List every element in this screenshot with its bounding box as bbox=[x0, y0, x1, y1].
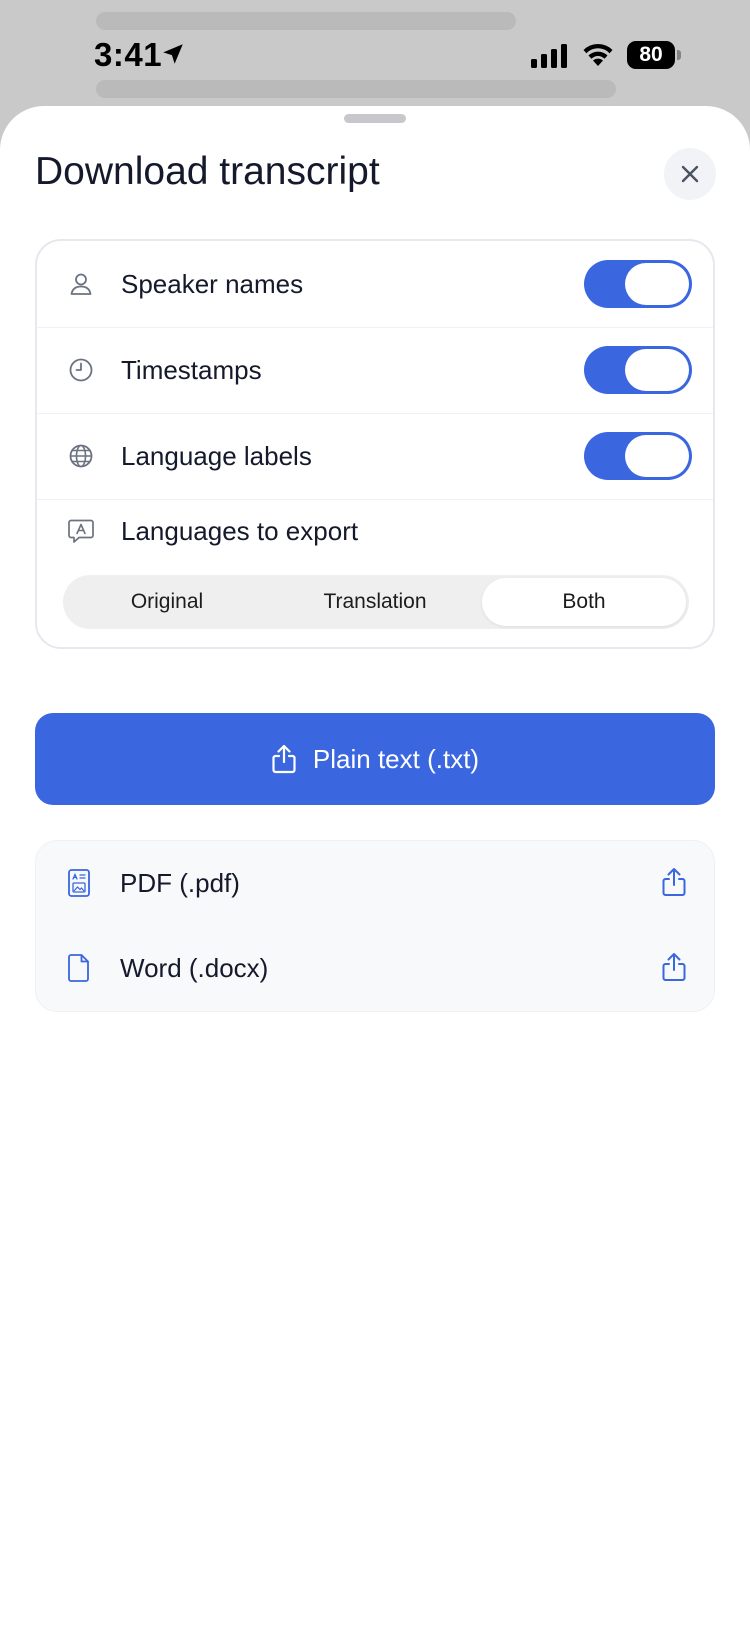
format-label: PDF (.pdf) bbox=[120, 868, 240, 898]
document-icon bbox=[66, 953, 96, 983]
battery-nub bbox=[677, 50, 681, 60]
option-label: Timestamps bbox=[121, 354, 262, 385]
clock-icon bbox=[66, 355, 96, 385]
format-label: Word (.docx) bbox=[120, 953, 269, 983]
format-row-pdf[interactable]: PDF (.pdf) bbox=[36, 841, 714, 926]
close-icon bbox=[681, 165, 699, 183]
option-label: Speaker names bbox=[121, 268, 304, 299]
share-icon[interactable] bbox=[661, 867, 691, 899]
cellular-signal-icon bbox=[531, 44, 569, 73]
option-speaker-names: Speaker names bbox=[37, 241, 713, 328]
status-time: 3:41 bbox=[94, 36, 163, 73]
person-icon bbox=[66, 269, 96, 299]
export-plain-text-button[interactable]: Plain text (.txt) bbox=[35, 713, 715, 805]
status-bar: 3:41 80 bbox=[0, 0, 750, 100]
timestamps-toggle[interactable] bbox=[584, 346, 692, 394]
close-button[interactable] bbox=[664, 148, 716, 200]
export-options-card: Speaker names Timestamps Language labels… bbox=[35, 239, 715, 649]
export-plain-text-label: Plain text (.txt) bbox=[312, 743, 480, 774]
sheet-title: Download transcript bbox=[35, 150, 380, 193]
toggle-knob bbox=[625, 435, 689, 477]
format-row-word[interactable]: Word (.docx) bbox=[36, 926, 714, 1011]
other-formats-card: PDF (.pdf) Word (.docx) bbox=[35, 840, 715, 1012]
toggle-knob bbox=[625, 263, 689, 305]
segment-translation[interactable]: Translation bbox=[271, 575, 479, 629]
language-labels-toggle[interactable] bbox=[584, 432, 692, 480]
translate-bubble-icon bbox=[66, 516, 96, 546]
toggle-knob bbox=[625, 349, 689, 391]
battery-level: 80 bbox=[639, 43, 663, 66]
segment-both[interactable]: Both bbox=[482, 578, 686, 626]
location-arrow-icon bbox=[160, 41, 186, 72]
segment-original[interactable]: Original bbox=[63, 575, 271, 629]
pdf-document-icon bbox=[66, 868, 96, 898]
option-timestamps: Timestamps bbox=[37, 327, 713, 414]
option-label: Languages to export bbox=[121, 515, 359, 546]
speaker-names-toggle[interactable] bbox=[584, 260, 692, 308]
option-label: Language labels bbox=[121, 440, 312, 471]
globe-icon bbox=[66, 441, 96, 471]
share-icon bbox=[271, 744, 297, 774]
languages-segmented-control: Original Translation Both bbox=[63, 575, 689, 629]
share-icon[interactable] bbox=[661, 952, 691, 984]
sheet-grabber[interactable] bbox=[344, 114, 406, 123]
battery-indicator: 80 bbox=[627, 41, 675, 69]
option-language-labels: Language labels bbox=[37, 413, 713, 500]
download-sheet: Download transcript Speaker names Timest… bbox=[0, 106, 750, 1630]
option-languages-to-export: Languages to export bbox=[37, 493, 713, 569]
wifi-icon bbox=[580, 40, 616, 73]
